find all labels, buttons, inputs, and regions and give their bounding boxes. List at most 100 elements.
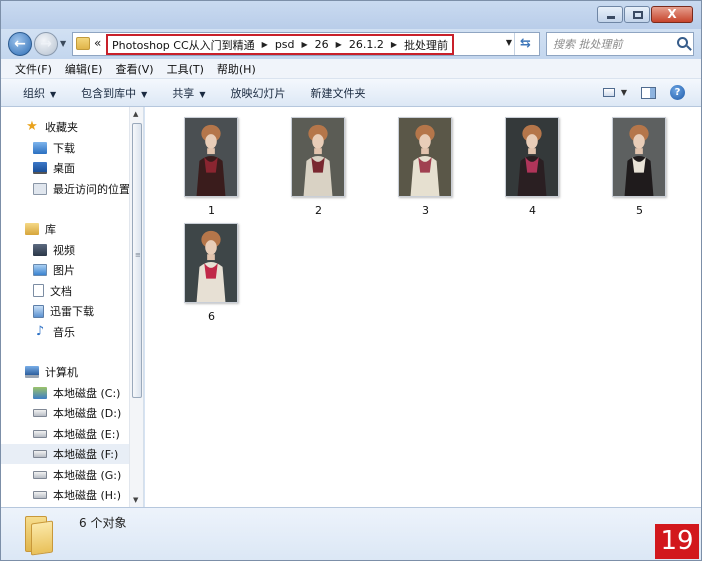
forward-button[interactable]: → [34, 32, 58, 56]
maximize-button[interactable] [624, 6, 650, 23]
nav-item[interactable]: 桌面 [1, 158, 129, 178]
file-item[interactable]: 1 [158, 109, 265, 217]
back-button[interactable]: ← [8, 32, 32, 56]
file-name: 4 [529, 204, 536, 217]
command-button[interactable]: 组织 ▼ [23, 85, 56, 101]
nav-item[interactable]: 最近访问的位置 [1, 179, 130, 199]
nav-item[interactable]: 图片 [1, 260, 129, 280]
refresh-button[interactable]: ⇆ [514, 33, 536, 55]
nav-label: 收藏夹 [45, 121, 78, 134]
file-name: 6 [208, 310, 215, 323]
nav-scrollbar[interactable]: ▲ ≡ ▼ [129, 107, 143, 507]
nav-label: 库 [45, 223, 56, 236]
scroll-thumb[interactable]: ≡ [132, 123, 142, 398]
command-button[interactable]: 共享 ▼ [172, 85, 205, 101]
file-item[interactable]: 3 [372, 109, 479, 217]
nav-group-libraries[interactable]: 库 [1, 219, 129, 239]
download-icon [33, 141, 47, 154]
close-icon: X [667, 7, 677, 21]
nav-label: 下载 [53, 141, 75, 155]
breadcrumb-separator-icon[interactable]: ▶ [336, 40, 342, 49]
nav-group-favorites[interactable]: ★ 收藏夹 [1, 117, 129, 137]
nav-drive[interactable]: 本地磁盘 (G:) [1, 465, 129, 485]
menu-item[interactable]: 文件(F) [15, 61, 52, 77]
command-label: 组织 [23, 86, 45, 100]
file-thumbnail [612, 117, 666, 197]
file-item[interactable]: 6 [158, 215, 265, 323]
breadcrumb-separator-icon[interactable]: ▶ [302, 40, 308, 49]
nav-drive[interactable]: 本地磁盘 (C:) [1, 383, 129, 403]
nav-drive[interactable]: 本地磁盘 (D:) [1, 403, 129, 423]
breadcrumb-separator-icon[interactable]: ▶ [391, 40, 397, 49]
recent-pages-dropdown[interactable]: ▼ [60, 39, 66, 48]
breadcrumb-item[interactable]: 26 [315, 38, 329, 51]
computer-icon [25, 366, 39, 378]
menu-item[interactable]: 查看(V) [115, 61, 153, 77]
breadcrumb-separator-icon[interactable]: ▶ [262, 40, 268, 49]
nav-item[interactable]: 视频 [1, 240, 129, 260]
step-number-badge: 19 [655, 524, 699, 559]
nav-drive[interactable]: 本地磁盘 (F:) [1, 444, 129, 464]
menu-item[interactable]: 工具(T) [167, 61, 204, 77]
nav-label: 本地磁盘 (D:) [53, 407, 122, 420]
close-button[interactable]: X [651, 6, 693, 23]
scroll-down-icon[interactable]: ▼ [133, 496, 138, 504]
file-thumbnail [184, 223, 238, 303]
search-input[interactable] [553, 36, 668, 52]
nav-label: 最近访问的位置 [53, 182, 130, 196]
desktop-icon [33, 162, 47, 174]
nav-item[interactable]: 下载 [1, 138, 129, 158]
documents-icon [33, 284, 44, 297]
nav-label: 图片 [53, 264, 75, 277]
minimize-button[interactable] [597, 6, 623, 23]
file-name: 3 [422, 204, 429, 217]
drive-icon [33, 470, 47, 479]
address-dropdown-icon[interactable]: ▼ [506, 38, 512, 47]
address-bar[interactable]: « Photoshop CC从入门到精通 ▶ psd ▶ 26 ▶ 26.1.2 ▶ 批处理前 … [72, 32, 540, 56]
breadcrumb-item[interactable]: psd [275, 38, 295, 51]
breadcrumb-item[interactable]: 26.1.2 [349, 38, 384, 51]
help-icon[interactable]: ? [670, 85, 685, 100]
breadcrumb-item[interactable]: Photoshop CC从入门到精通 [112, 37, 255, 53]
chevron-down-icon: ▼ [50, 89, 57, 99]
library-icon [25, 223, 39, 235]
menu-item[interactable]: 编辑(E) [65, 61, 103, 77]
command-button[interactable]: 包含到库中 ▼ [81, 85, 147, 101]
search-icon[interactable] [677, 37, 688, 48]
title-bar: X [1, 1, 701, 29]
menu-item[interactable]: 帮助(H) [217, 61, 256, 77]
breadcrumb: Photoshop CC从入门到精通 ▶ psd ▶ 26 ▶ 26.1.2 ▶ 批处理前 [106, 34, 454, 55]
nav-item[interactable]: 文档 [1, 281, 129, 301]
nav-item[interactable]: 迅雷下载 [1, 301, 129, 321]
command-button[interactable]: 放映幻灯片 [230, 85, 285, 101]
view-options-dropdown[interactable]: ▼ [621, 88, 627, 97]
music-icon: ♪ [35, 323, 45, 339]
change-view-icon[interactable] [602, 88, 615, 97]
nav-label: 迅雷下载 [50, 305, 94, 318]
folder-icon [76, 37, 90, 50]
file-name: 2 [315, 204, 322, 217]
chevron-down-icon: ▼ [141, 89, 148, 99]
nav-label: 文档 [50, 284, 72, 298]
breadcrumb-item[interactable]: 批处理前 [404, 37, 448, 53]
command-label: 包含到库中 [81, 86, 137, 100]
nav-item[interactable]: ♪ 音乐 [1, 322, 129, 342]
command-button[interactable]: 新建文件夹 [310, 85, 365, 101]
file-item[interactable]: 2 [265, 109, 372, 217]
file-item[interactable]: 5 [586, 109, 693, 217]
nav-group-computer[interactable]: 计算机 [1, 362, 129, 382]
breadcrumb-overflow[interactable]: « [94, 36, 101, 50]
search-box [546, 32, 694, 56]
star-icon: ★ [26, 119, 38, 134]
nav-drive[interactable]: 本地磁盘 (H:) [1, 485, 129, 505]
nav-drive[interactable]: 本地磁盘 (E:) [1, 424, 129, 444]
item-count: 6 个对象 [79, 516, 127, 530]
file-thumbnail [184, 117, 238, 197]
recent-places-icon [33, 182, 47, 195]
file-item[interactable]: 4 [479, 109, 586, 217]
command-label: 放映幻灯片 [230, 86, 286, 100]
preview-pane-icon[interactable] [641, 86, 656, 99]
menu-bar: 文件(F) 编辑(E) 查看(V) 工具(T) 帮助(H) [1, 59, 701, 79]
scroll-up-icon[interactable]: ▲ [133, 110, 138, 118]
nav-label: 视频 [53, 243, 75, 257]
